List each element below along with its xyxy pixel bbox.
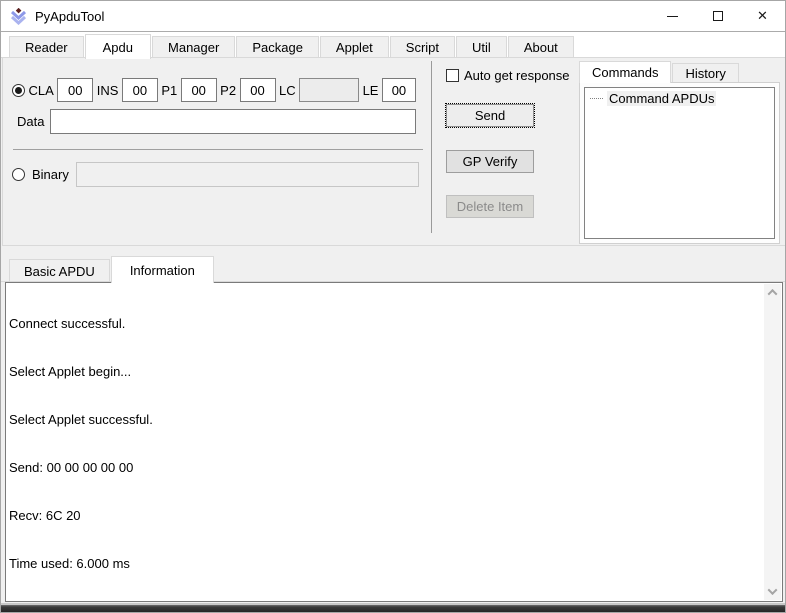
app-window: PyApduTool ✕ Reader Apdu Manager Package… [0, 0, 786, 613]
tab-script[interactable]: Script [390, 36, 455, 58]
tab-applet[interactable]: Applet [320, 36, 389, 58]
auto-get-response-row: Auto get response [446, 68, 570, 83]
send-button[interactable]: Send [446, 104, 534, 127]
information-log[interactable]: Connect successful. Select Applet begin.… [5, 282, 783, 602]
main-tab-strip: Reader Apdu Manager Package Applet Scrip… [1, 32, 785, 58]
tab-util[interactable]: Util [456, 36, 507, 58]
ins-label: INS [97, 83, 119, 98]
log-line: Recv: 6C 20 [9, 508, 762, 524]
apdu-tab-page: CLA 00 INS 00 P1 00 P2 00 LC LE 00 Data … [2, 58, 786, 246]
binary-label: Binary [32, 167, 69, 182]
window-title: PyApduTool [35, 9, 104, 24]
tree-dotted-connector [590, 98, 603, 99]
log-line: Connect successful. [9, 316, 762, 332]
gp-verify-button[interactable]: GP Verify [446, 150, 534, 173]
cla-field[interactable]: 00 [57, 78, 93, 102]
p2-label: P2 [220, 83, 236, 98]
binary-row: Binary [12, 162, 419, 187]
tab-package[interactable]: Package [236, 36, 319, 58]
tab-manager[interactable]: Manager [152, 36, 235, 58]
cla-label: CLA [28, 83, 53, 98]
delete-item-button: Delete Item [446, 195, 534, 218]
apdu-header-row: CLA 00 INS 00 P1 00 P2 00 LC LE 00 [12, 78, 416, 102]
chevron-up-icon [768, 289, 778, 299]
tab-commands[interactable]: Commands [579, 61, 671, 83]
tab-information[interactable]: Information [111, 256, 214, 283]
chevron-down-icon [768, 585, 778, 595]
tab-reader[interactable]: Reader [9, 36, 84, 58]
scroll-up-button[interactable] [764, 284, 781, 301]
log-line: Send: 00 00 00 00 00 [9, 460, 762, 476]
ins-field[interactable]: 00 [122, 78, 158, 102]
maximize-button[interactable] [695, 1, 740, 31]
command-apdu-tree[interactable]: Command APDUs [584, 87, 775, 239]
data-label: Data [17, 114, 44, 129]
close-icon: ✕ [757, 8, 768, 24]
scroll-down-button[interactable] [764, 583, 781, 600]
radio-selected-dot [15, 87, 22, 94]
horizontal-separator [13, 149, 423, 150]
lc-field [299, 78, 359, 102]
minimize-icon [667, 16, 678, 17]
maximize-icon [713, 11, 723, 21]
p2-field[interactable]: 00 [240, 78, 276, 102]
log-scrollbar[interactable] [764, 284, 781, 600]
tab-basic-apdu[interactable]: Basic APDU [9, 259, 110, 282]
app-icon [10, 8, 27, 25]
close-button[interactable]: ✕ [740, 1, 785, 31]
bottom-tab-strip: Basic APDU Information [9, 255, 215, 282]
minimize-button[interactable] [650, 1, 695, 31]
auto-get-response-label: Auto get response [464, 68, 570, 83]
le-field[interactable]: 00 [382, 78, 416, 102]
lc-label: LC [279, 83, 296, 98]
p1-field[interactable]: 00 [181, 78, 217, 102]
tree-item[interactable]: Command APDUs [587, 91, 772, 106]
binary-input [76, 162, 419, 187]
log-text: Connect successful. Select Applet begin.… [9, 284, 762, 599]
tab-history[interactable]: History [672, 63, 738, 82]
log-line: Select Applet successful. [9, 412, 762, 428]
commands-tab-strip: Commands History [579, 60, 740, 82]
background-taskbar-strip [1, 605, 785, 613]
title-bar: PyApduTool ✕ [1, 1, 785, 31]
log-line: Time used: 6.000 ms [9, 556, 762, 572]
auto-get-response-checkbox[interactable] [446, 69, 459, 82]
binary-radio[interactable] [12, 168, 25, 181]
tree-root-label: Command APDUs [607, 91, 716, 106]
p1-label: P1 [161, 83, 177, 98]
commands-panel: Command APDUs [579, 82, 780, 244]
data-input[interactable] [50, 109, 416, 134]
le-label: LE [363, 83, 379, 98]
vertical-separator [431, 61, 432, 233]
cla-radio[interactable] [12, 84, 25, 97]
tab-apdu[interactable]: Apdu [85, 34, 151, 59]
tab-about[interactable]: About [508, 36, 574, 58]
log-line: Select Applet begin... [9, 364, 762, 380]
